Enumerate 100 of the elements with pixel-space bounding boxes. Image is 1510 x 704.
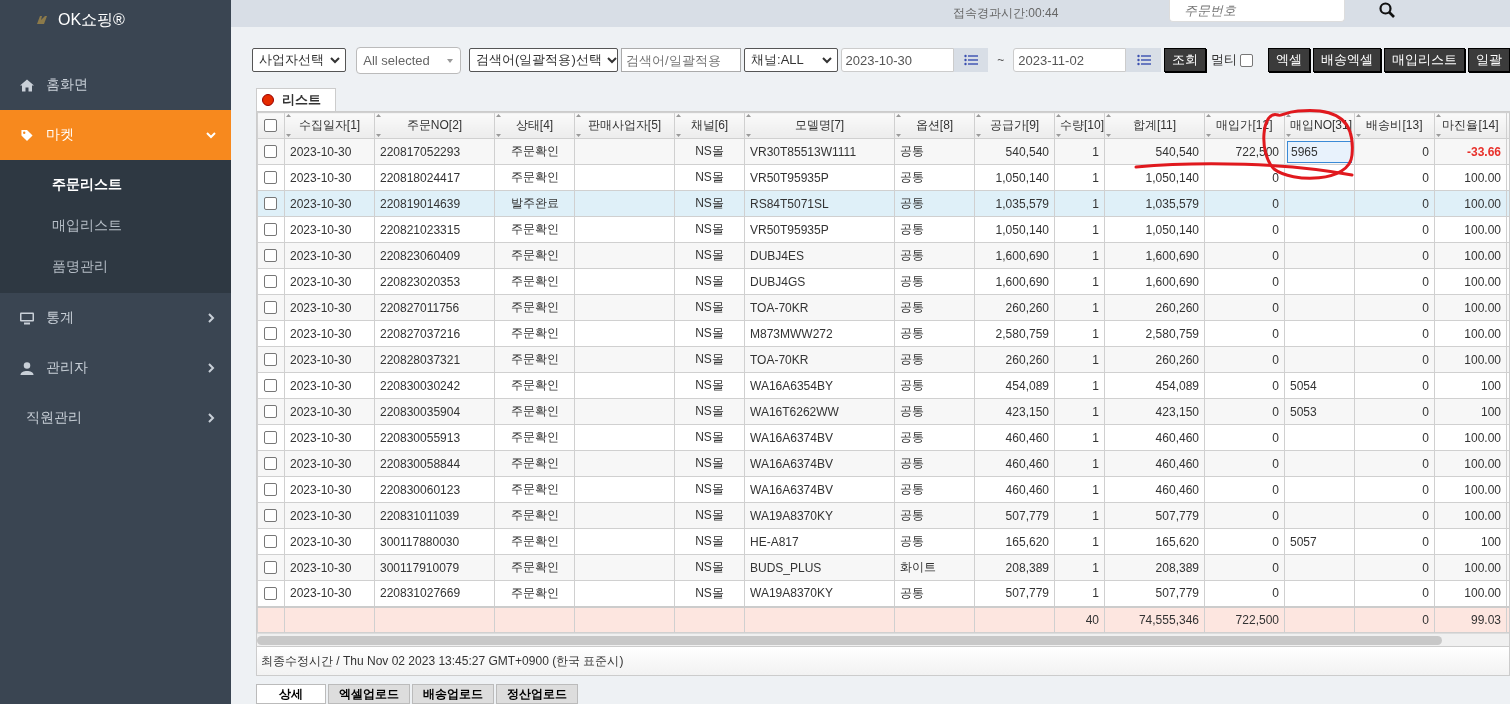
row-checkbox[interactable] bbox=[264, 431, 277, 444]
table-cell: 300117910079 bbox=[374, 554, 495, 581]
status-multiselect[interactable]: All selected bbox=[356, 46, 462, 74]
date-separator: ~ bbox=[997, 53, 1005, 67]
column-header[interactable]: 모델명[7] bbox=[744, 112, 895, 139]
row-checkbox[interactable] bbox=[264, 586, 277, 600]
table-cell: 주문확인 bbox=[494, 502, 575, 529]
start-date-field[interactable]: 2023-10-30 bbox=[840, 48, 954, 72]
sidebar-item[interactable]: 직원관리 bbox=[0, 393, 231, 443]
table-cell: 1,050,140 bbox=[1104, 164, 1205, 191]
search-icon[interactable] bbox=[1379, 2, 1395, 18]
row-checkbox[interactable] bbox=[264, 457, 277, 470]
row-checkbox[interactable] bbox=[264, 145, 277, 158]
home-icon bbox=[20, 78, 34, 92]
column-header[interactable]: 수량[10] bbox=[1054, 112, 1105, 139]
multi-checkbox[interactable] bbox=[1240, 53, 1253, 67]
bottom-tab[interactable]: 배송업로드 bbox=[412, 684, 494, 704]
submenu-item[interactable]: 매입리스트 bbox=[0, 205, 231, 246]
row-checkbox[interactable] bbox=[264, 379, 277, 392]
select-all-checkbox[interactable] bbox=[264, 119, 277, 132]
table-cell: 0 bbox=[1204, 398, 1285, 425]
table-cell: 260,260 bbox=[1104, 346, 1205, 373]
row-checkbox[interactable] bbox=[264, 535, 277, 548]
toolbar-button[interactable]: 매입리스트 bbox=[1384, 48, 1465, 72]
business-select[interactable]: 사업자선택 bbox=[252, 48, 347, 72]
keyword-select[interactable]: 검색어(일괄적용)선택 bbox=[469, 48, 619, 72]
row-checkbox[interactable] bbox=[264, 509, 277, 522]
table-cell: 1 bbox=[1054, 320, 1105, 347]
row-checkbox[interactable] bbox=[264, 405, 277, 418]
sidebar-item[interactable]: 관리자 bbox=[0, 343, 231, 393]
row-checkbox[interactable] bbox=[264, 483, 277, 496]
table-cell: VR50T95935P bbox=[744, 216, 895, 243]
column-header[interactable]: 판매사업자[5] bbox=[574, 112, 675, 139]
sidebar-item[interactable]: 통계 bbox=[0, 293, 231, 343]
table-cell: NS몰 bbox=[674, 554, 745, 581]
column-header[interactable]: 마진율[14] bbox=[1434, 112, 1507, 139]
list-tab[interactable]: 리스트 bbox=[256, 88, 336, 111]
scrollbar-thumb[interactable] bbox=[257, 635, 1442, 645]
channel-select[interactable]: 채널:ALL bbox=[744, 48, 838, 72]
column-header[interactable]: 공급가[9] bbox=[974, 112, 1055, 139]
column-header[interactable]: 배송비[13] bbox=[1354, 112, 1435, 139]
toolbar-button[interactable]: 엑셀 bbox=[1268, 48, 1310, 72]
column-header[interactable]: 상태[4] bbox=[494, 112, 575, 139]
row-checkbox[interactable] bbox=[264, 561, 277, 574]
table-cell: 100.00 bbox=[1434, 190, 1507, 217]
bottom-tab[interactable]: 정산업로드 bbox=[496, 684, 578, 704]
column-header[interactable]: 채널[6] bbox=[674, 112, 745, 139]
table-cell: 주문확인 bbox=[494, 346, 575, 373]
table-cell: 0 bbox=[1204, 528, 1285, 555]
total-cell: 99.03 bbox=[1434, 606, 1507, 633]
row-checkbox[interactable] bbox=[264, 275, 277, 288]
table-cell: 0 bbox=[1204, 268, 1285, 295]
search-field[interactable]: 주문번호 bbox=[1169, 0, 1345, 22]
table-cell: 208,389 bbox=[1104, 554, 1205, 581]
table-cell: 1,035,579 bbox=[1104, 190, 1205, 217]
row-checkbox[interactable] bbox=[264, 249, 277, 262]
row-checkbox[interactable] bbox=[264, 353, 277, 366]
table-cell: 1,600,690 bbox=[1104, 268, 1205, 295]
table-cell: NS몰 bbox=[674, 138, 745, 165]
logo-icon bbox=[36, 15, 48, 25]
table-cell: 주문확인 bbox=[494, 424, 575, 451]
table-cell: 100.00 bbox=[1434, 216, 1507, 243]
column-header[interactable]: 수집일자[1] bbox=[284, 112, 375, 139]
table-cell: 주문확인 bbox=[494, 476, 575, 503]
calendar-button[interactable] bbox=[1126, 48, 1162, 72]
column-header[interactable]: 합계[11] bbox=[1104, 112, 1205, 139]
table-cell: 1,050,140 bbox=[974, 164, 1055, 191]
table-cell: 2023-10-30 bbox=[284, 476, 375, 503]
calendar-button[interactable] bbox=[953, 48, 989, 72]
table-cell: NS몰 bbox=[674, 476, 745, 503]
table-cell: 165,620 bbox=[974, 528, 1055, 555]
table-cell: 423,150 bbox=[1104, 398, 1205, 425]
table-cell: 0 bbox=[1204, 242, 1285, 269]
toolbar-button[interactable]: 일괄 bbox=[1468, 48, 1510, 72]
row-checkbox[interactable] bbox=[264, 223, 277, 236]
table-cell: 2023-10-30 bbox=[284, 242, 375, 269]
keyword-field[interactable]: 검색어/일괄적용 bbox=[621, 48, 742, 72]
cell-editor[interactable]: 5965 bbox=[1287, 140, 1352, 163]
row-checkbox[interactable] bbox=[264, 171, 277, 184]
submenu-item[interactable]: 품명관리 bbox=[0, 246, 231, 287]
table-cell: 공통 bbox=[894, 138, 975, 165]
total-cell: 74,555,346 bbox=[1104, 606, 1205, 633]
table-cell: 220830035904 bbox=[374, 398, 495, 425]
search-button[interactable]: 조회 bbox=[1164, 48, 1207, 72]
table-cell: 공통 bbox=[894, 398, 975, 425]
row-checkbox[interactable] bbox=[264, 197, 277, 210]
table-cell: 0 bbox=[1354, 294, 1435, 321]
bottom-tab[interactable]: 엑셀업로드 bbox=[328, 684, 410, 704]
table-cell: TOA-70KR bbox=[744, 294, 895, 321]
column-header[interactable]: 옵션[8] bbox=[894, 112, 975, 139]
end-date-field[interactable]: 2023-11-02 bbox=[1013, 48, 1127, 72]
toolbar-button[interactable]: 배송엑셀 bbox=[1313, 48, 1381, 72]
row-checkbox[interactable] bbox=[264, 327, 277, 340]
bottom-tab[interactable]: 상세 bbox=[256, 684, 326, 704]
submenu-item[interactable]: 주문리스트 bbox=[0, 164, 231, 205]
table-cell: 2023-10-30 bbox=[284, 398, 375, 425]
sidebar-item[interactable]: 홈화면 bbox=[0, 60, 231, 110]
row-checkbox[interactable] bbox=[264, 301, 277, 314]
table-cell: 460,460 bbox=[1104, 476, 1205, 503]
column-header[interactable]: 주문NO[2] bbox=[374, 112, 495, 139]
